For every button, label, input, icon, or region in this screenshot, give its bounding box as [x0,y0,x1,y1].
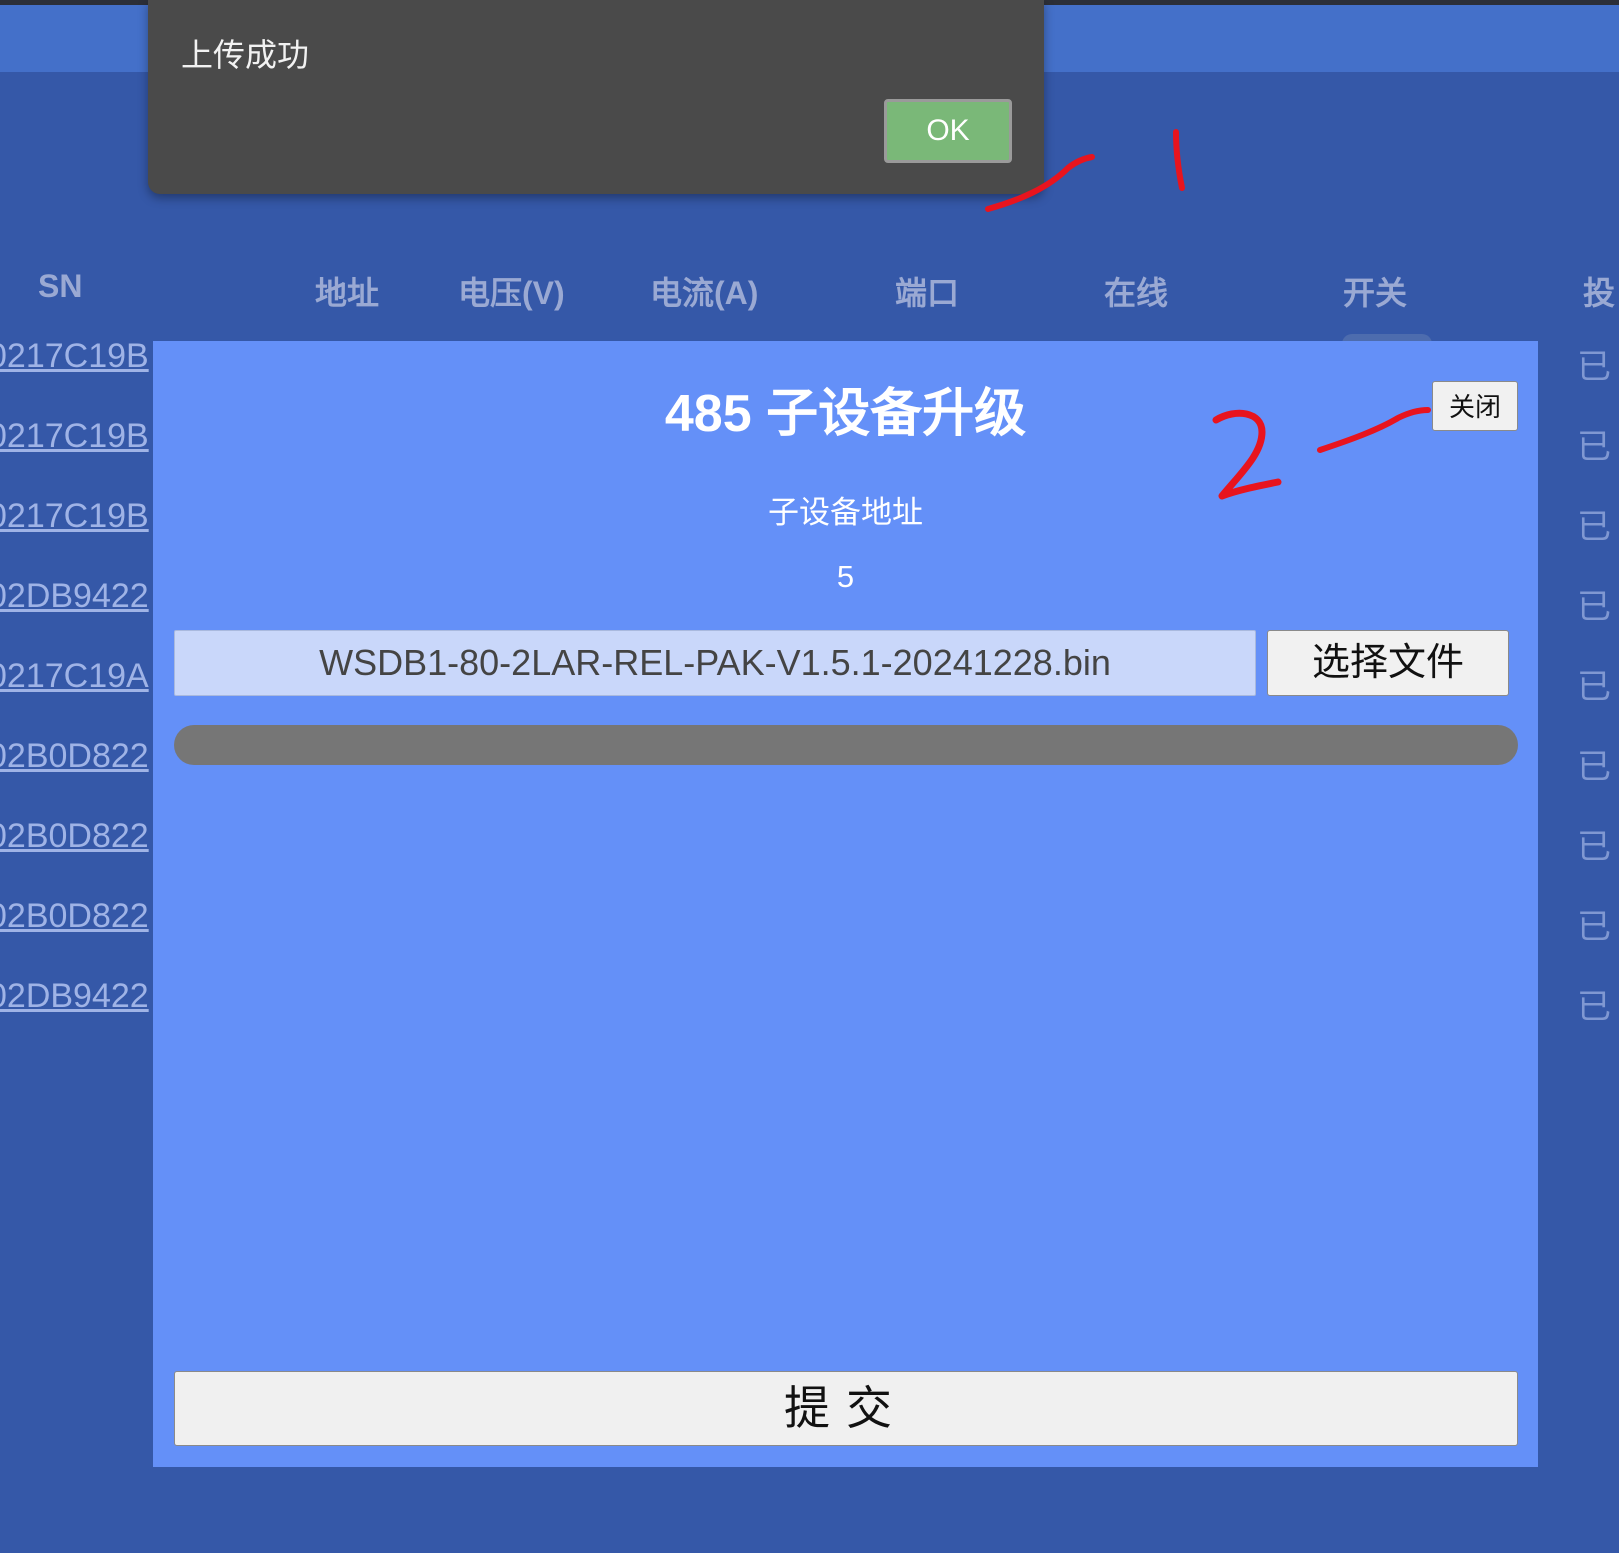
ok-button[interactable]: OK [884,99,1012,163]
sn-link[interactable]: 0217C19A [0,657,155,696]
submit-button[interactable]: 提交 [174,1371,1518,1446]
commission-state: 已 [1577,588,1611,626]
column-header-port: 端口 [895,275,960,311]
column-header-sn: SN [38,268,83,304]
commission-state: 已 [1577,508,1611,546]
commission-state: 已 [1577,748,1611,786]
commission-state: 已 [1577,428,1611,466]
alert-message: 上传成功 [181,37,310,73]
column-header-commission: 投 [1583,275,1616,311]
commission-state: 已 [1577,828,1611,866]
column-header-address: 地址 [315,275,380,311]
close-button[interactable]: 关闭 [1432,381,1518,431]
sn-link[interactable]: 0217C19B [0,497,155,536]
sn-link[interactable]: 0217C19B [0,337,155,376]
sn-link[interactable]: 02B0D822 [0,897,155,936]
column-header-online: 在线 [1104,275,1169,311]
upload-progress-bar [174,725,1518,765]
sn-link[interactable]: 02DB9422 [0,577,155,616]
commission-state: 已 [1577,348,1611,386]
column-header-switch: 开关 [1343,275,1408,311]
commission-state: 已 [1577,988,1611,1026]
column-header-current: 电流(A) [650,275,759,311]
upload-success-alert: 上传成功 OK [148,0,1044,194]
choose-file-button[interactable]: 选择文件 [1267,630,1509,696]
sn-link[interactable]: 02B0D822 [0,817,155,856]
subdevice-address-value: 5 [836,559,855,594]
upgrade-dialog: 485 子设备升级 关闭 子设备地址 5 WSDB1-80-2LAR-REL-P… [153,341,1538,1467]
sn-link[interactable]: 0217C19B [0,417,155,456]
commission-state: 已 [1577,668,1611,706]
dialog-title: 485 子设备升级 [664,385,1027,443]
commission-state: 已 [1577,908,1611,946]
column-header-voltage: 电压(V) [458,275,565,311]
selected-file-name: WSDB1-80-2LAR-REL-PAK-V1.5.1-20241228.bi… [174,630,1256,696]
subdevice-address-label: 子设备地址 [768,495,923,530]
annotation-digit-1 [1173,129,1185,191]
sn-link[interactable]: 02DB9422 [0,977,155,1016]
sn-link[interactable]: 02B0D822 [0,737,155,776]
